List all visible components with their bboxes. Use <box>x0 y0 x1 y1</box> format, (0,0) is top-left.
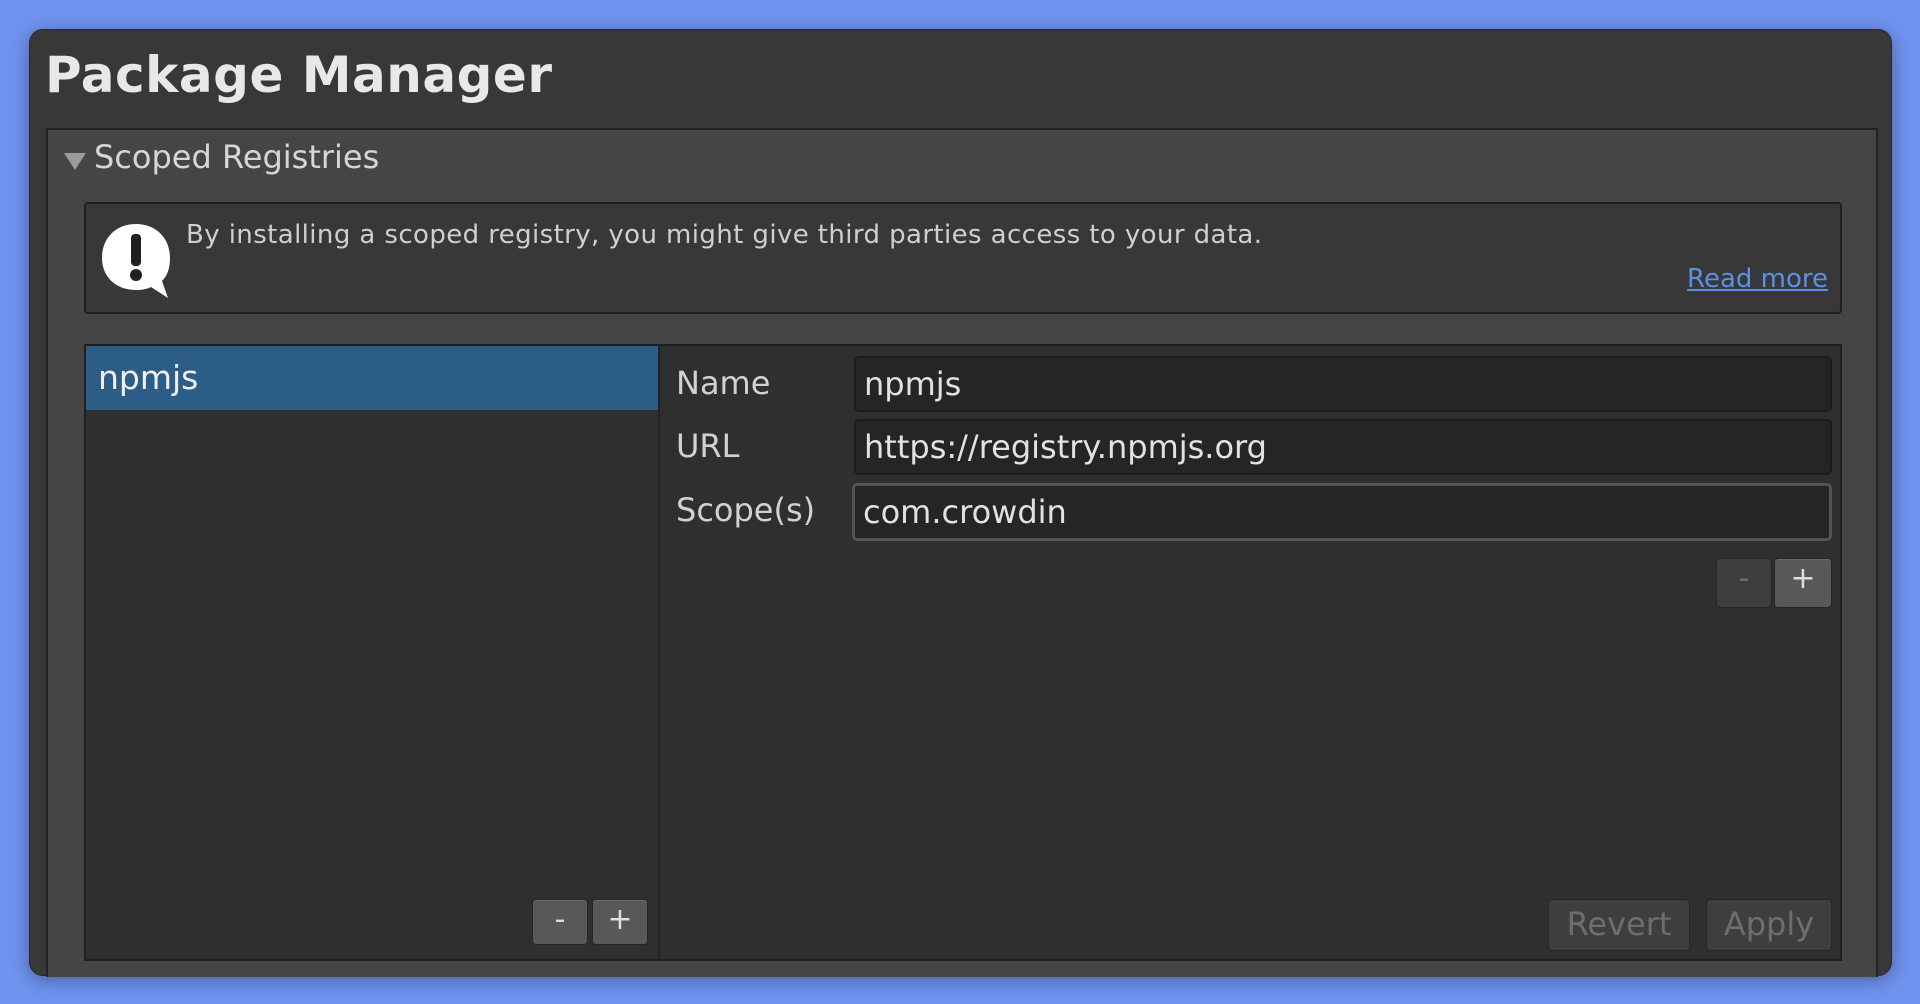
url-row: URL <box>676 419 1832 475</box>
name-field[interactable] <box>854 356 1832 412</box>
remove-scope-button[interactable]: - <box>1716 558 1772 608</box>
scope-field[interactable] <box>852 483 1832 541</box>
remove-registry-button[interactable]: - <box>532 899 588 945</box>
name-label: Name <box>676 364 771 402</box>
exclamation-speech-bubble-icon <box>102 224 170 298</box>
registries-panel: npmjs - + Name URL Scope(s) - + <box>84 344 1842 961</box>
revert-button[interactable]: Revert <box>1548 899 1690 951</box>
warning-text: By installing a scoped registry, you mig… <box>186 220 1263 250</box>
scoped-registries-section: Scoped Registries By installing a scoped… <box>46 128 1878 977</box>
scope-label: Scope(s) <box>676 491 816 529</box>
url-field[interactable] <box>854 419 1832 475</box>
registry-details: Name URL Scope(s) - + Revert Apply <box>662 346 1840 959</box>
scoped-registries-foldout[interactable]: Scoped Registries <box>64 138 379 176</box>
foldout-arrow-icon[interactable] <box>64 152 86 170</box>
registry-list: npmjs - + <box>86 346 660 959</box>
add-scope-button[interactable]: + <box>1774 558 1832 608</box>
url-label: URL <box>676 427 740 465</box>
scope-row: Scope(s) <box>676 483 1832 541</box>
add-registry-button[interactable]: + <box>592 899 648 945</box>
read-more-link[interactable]: Read more <box>1687 264 1828 294</box>
name-row: Name <box>676 356 1832 412</box>
apply-button[interactable]: Apply <box>1706 899 1832 951</box>
section-label: Scoped Registries <box>94 138 380 176</box>
package-manager-window: Package Manager Scoped Registries By ins… <box>29 29 1892 977</box>
warning-box: By installing a scoped registry, you mig… <box>84 202 1842 314</box>
registry-item-npmjs[interactable]: npmjs <box>86 346 658 410</box>
window-title: Package Manager <box>45 46 553 104</box>
